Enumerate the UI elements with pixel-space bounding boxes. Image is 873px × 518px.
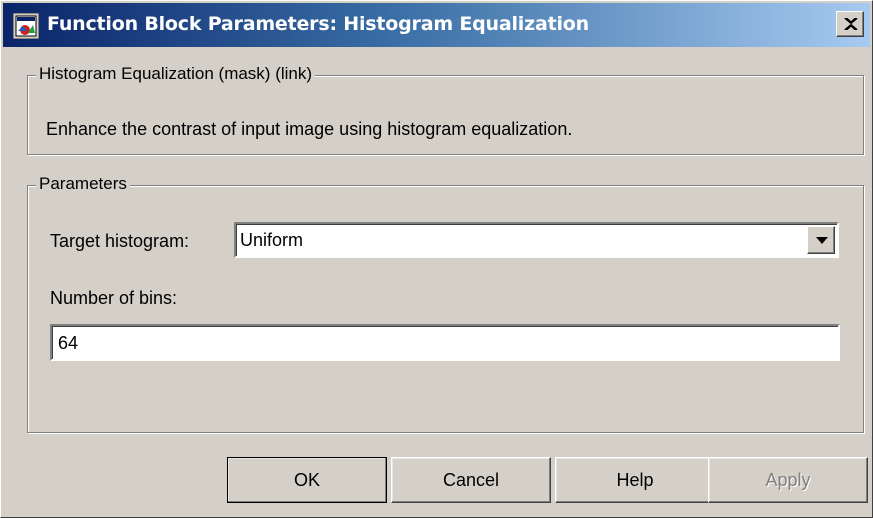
close-icon <box>844 18 858 30</box>
number-of-bins-value: 64 <box>58 333 79 353</box>
dialog-window: Function Block Parameters: Histogram Equ… <box>0 0 873 518</box>
simulink-block-icon <box>12 12 40 40</box>
target-histogram-select[interactable]: Uniform <box>234 222 839 258</box>
close-button[interactable] <box>836 11 864 37</box>
parameters-group-legend: Parameters <box>36 174 130 194</box>
ok-button[interactable]: OK <box>227 457 387 503</box>
number-of-bins-input[interactable]: 64 <box>50 324 840 361</box>
apply-button[interactable]: Apply <box>708 457 868 503</box>
description-group-legend: Histogram Equalization (mask) (link) <box>36 64 316 84</box>
window-title: Function Block Parameters: Histogram Equ… <box>47 13 589 35</box>
number-of-bins-label: Number of bins: <box>50 288 178 308</box>
dropdown-button[interactable] <box>807 226 835 254</box>
target-histogram-value: Uniform <box>240 230 304 250</box>
help-button[interactable]: Help <box>555 457 715 503</box>
title-bar[interactable]: Function Block Parameters: Histogram Equ… <box>3 3 870 47</box>
chevron-down-icon <box>816 237 828 244</box>
cancel-button[interactable]: Cancel <box>391 457 551 503</box>
description-group: Histogram Equalization (mask) (link) Enh… <box>27 64 864 155</box>
block-description: Enhance the contrast of input image usin… <box>46 119 573 139</box>
parameters-group: Parameters Target histogram: Uniform Num… <box>27 174 864 433</box>
target-histogram-label: Target histogram: <box>50 231 190 251</box>
